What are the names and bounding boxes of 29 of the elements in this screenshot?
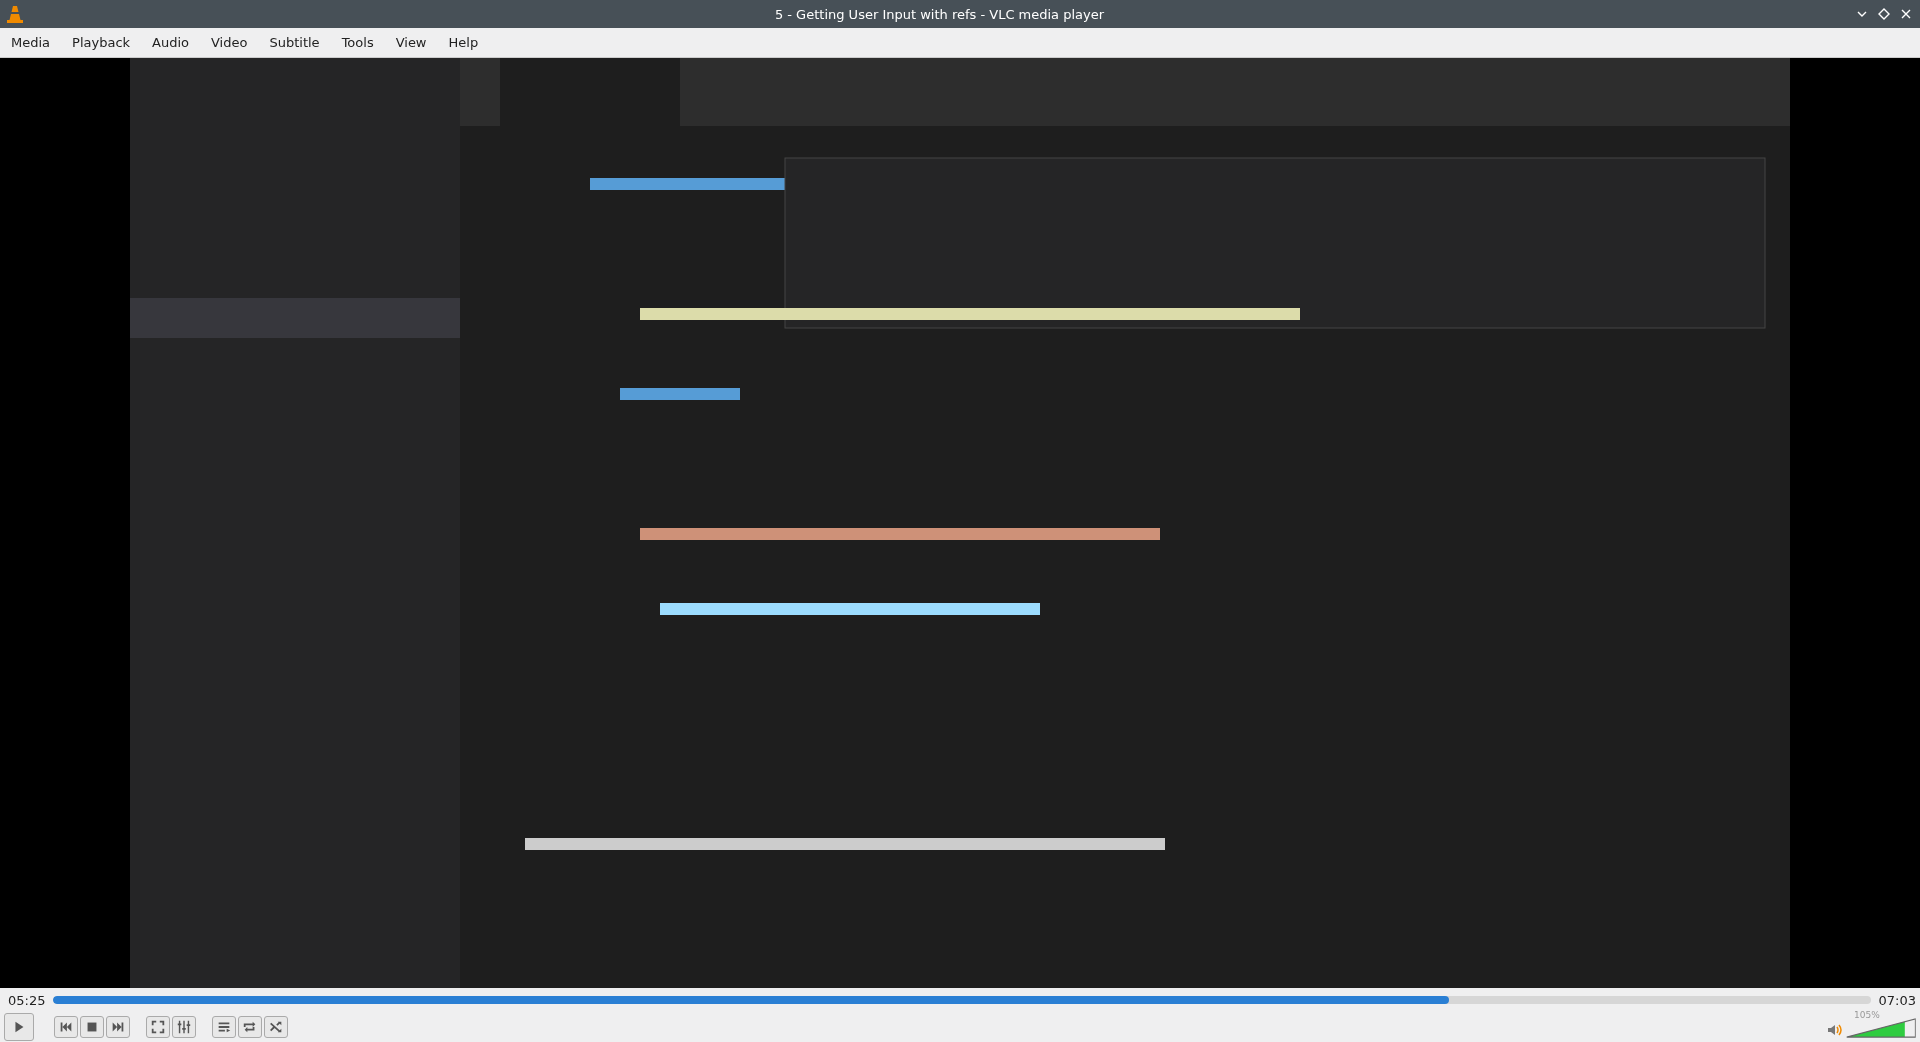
menu-item[interactable]: Help [440, 32, 487, 53]
next-button[interactable] [106, 1016, 130, 1038]
total-time: 07:03 [1878, 992, 1916, 1008]
menu-item[interactable]: Video [203, 32, 256, 53]
sliders-icon [176, 1019, 192, 1035]
previous-button[interactable] [54, 1016, 78, 1038]
menu-item[interactable]: View [387, 32, 435, 53]
loop-button[interactable] [238, 1016, 262, 1038]
speaker-icon[interactable] [1826, 1022, 1842, 1038]
window-title: 5 - Getting User Input with refs - VLC media player [773, 6, 1106, 22]
sliders-button[interactable] [172, 1016, 196, 1038]
close-icon[interactable] [1900, 8, 1912, 20]
play-button[interactable] [4, 1013, 34, 1041]
shuffle-button[interactable] [264, 1016, 288, 1038]
stop-button[interactable] [80, 1016, 104, 1038]
menu-item[interactable]: Audio [144, 32, 197, 53]
menu-item[interactable]: Media [3, 32, 59, 53]
menu-item[interactable]: Playback [64, 32, 139, 53]
traffic-cone-icon [7, 5, 23, 23]
fullscreen-button[interactable] [146, 1016, 170, 1038]
shuffle-icon [268, 1019, 284, 1035]
menu-item[interactable]: Tools [333, 32, 382, 53]
elapsed-time: 05:25 [8, 992, 46, 1008]
playlist-button[interactable] [212, 1016, 236, 1038]
maximize-icon[interactable] [1878, 8, 1890, 20]
menu-item[interactable]: Subtitle [261, 32, 328, 53]
seek-bar[interactable] [53, 996, 1871, 1004]
volume-reading: 105% [1854, 1010, 1880, 1020]
fullscreen-icon [150, 1019, 166, 1035]
